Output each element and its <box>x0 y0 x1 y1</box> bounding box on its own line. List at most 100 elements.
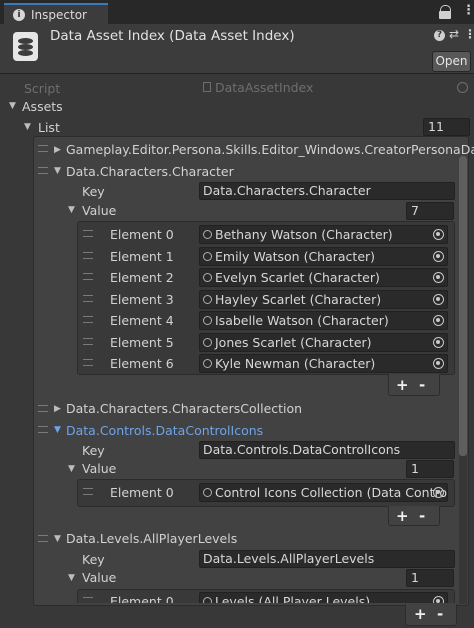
drag-handle[interactable] <box>38 167 48 174</box>
value-size-field[interactable]: 1 <box>406 460 454 478</box>
object-field[interactable]: Levels (All Player Levels) <box>199 592 448 603</box>
element-label: Element 6 <box>110 356 174 371</box>
key-field[interactable]: Data.Levels.AllPlayerLevels <box>199 550 455 568</box>
object-field-value: Hayley Scarlet (Character) <box>215 291 382 307</box>
lock-icon-body <box>439 11 451 19</box>
drag-handle[interactable] <box>38 145 48 152</box>
object-picker-icon[interactable] <box>433 293 444 305</box>
item-expand-icon[interactable]: ▼ <box>54 166 61 176</box>
value-label: Value <box>82 461 117 476</box>
value-size-field[interactable]: 7 <box>406 202 454 220</box>
preset-icon[interactable]: ⇄ <box>449 27 459 41</box>
remove-list-item-button[interactable]: - <box>437 605 443 623</box>
help-icon[interactable]: ? <box>434 30 445 41</box>
object-field[interactable]: Jones Scarlet (Character) <box>199 332 448 352</box>
drag-handle[interactable] <box>83 273 93 280</box>
remove-element-button[interactable]: - <box>419 376 425 394</box>
object-picker-icon[interactable] <box>433 596 444 603</box>
item-expand-icon[interactable]: ▼ <box>54 425 61 435</box>
object-picker-icon[interactable] <box>433 229 444 240</box>
item-expand-icon[interactable]: ▼ <box>54 534 61 544</box>
script-field: DataAssetIndex <box>199 79 470 96</box>
drag-handle[interactable] <box>38 535 48 542</box>
value-expand-icon[interactable]: ▼ <box>68 464 75 474</box>
scriptable-object-icon <box>203 488 212 497</box>
drag-handle[interactable] <box>83 359 93 366</box>
add-element-button[interactable]: + <box>396 376 409 394</box>
element-label: Element 0 <box>110 594 174 603</box>
add-list-item-button[interactable]: + <box>414 605 427 623</box>
key-label: Key <box>82 184 105 199</box>
scriptable-object-icon <box>203 359 212 368</box>
scriptable-object-icon <box>203 337 212 347</box>
value-expand-icon[interactable]: ▼ <box>68 573 75 583</box>
object-field-value: Emily Watson (Character) <box>215 248 376 264</box>
context-menu-icon[interactable]: ⋮ <box>464 27 474 41</box>
object-picker-icon[interactable] <box>433 358 444 369</box>
key-field[interactable]: Data.Characters.Character <box>199 182 455 200</box>
object-picker-icon[interactable] <box>433 315 444 326</box>
clip-region: Element 0 Levels (All Player Levels) <box>77 589 455 603</box>
drag-handle[interactable] <box>38 405 48 412</box>
list-item-label: Data.Characters.Character <box>66 164 234 179</box>
element-label: Element 2 <box>110 270 174 285</box>
list-item-label: Data.Characters.CharactersCollection <box>66 401 303 416</box>
scrollbar-thumb[interactable] <box>459 156 467 456</box>
value-expand-icon[interactable]: ▼ <box>68 205 75 215</box>
list-item-label: Data.Controls.DataControlIcons <box>66 423 264 438</box>
element-label: Element 0 <box>110 227 174 242</box>
list-size-field[interactable]: 11 <box>423 118 470 136</box>
script-file-icon <box>203 82 211 92</box>
object-field[interactable]: Kyle Newman (Character) <box>199 354 448 373</box>
list-item-label: Gameplay.Editor.Persona.Skills.Editor_Wi… <box>66 142 474 157</box>
drag-handle[interactable] <box>83 251 93 259</box>
object-field-value: Evelyn Scarlet (Character) <box>215 270 380 285</box>
item-expand-icon[interactable]: ▶ <box>54 404 61 414</box>
object-picker-icon[interactable] <box>433 487 444 498</box>
tab-inspector[interactable]: i Inspector <box>4 3 108 24</box>
drag-handle[interactable] <box>83 294 93 302</box>
component-header: Data Asset Index (Data Asset Index) ? ⇄ … <box>0 24 474 74</box>
object-field[interactable]: Hayley Scarlet (Character) <box>199 289 448 309</box>
assets-expand-icon[interactable]: ▼ <box>9 101 16 111</box>
key-label: Key <box>82 443 105 458</box>
object-field[interactable]: Emily Watson (Character) <box>199 246 448 266</box>
scriptable-object-icon <box>203 273 212 282</box>
drag-handle[interactable] <box>83 230 93 237</box>
object-picker-icon[interactable] <box>433 250 444 262</box>
value-label: Value <box>82 570 117 585</box>
key-label: Key <box>82 552 105 567</box>
object-field[interactable]: Bethany Watson (Character) <box>199 225 448 244</box>
drag-handle[interactable] <box>83 488 93 495</box>
object-field-value: Isabelle Watson (Character) <box>215 313 389 328</box>
add-element-button[interactable]: + <box>396 507 409 525</box>
list-item-label: Data.Levels.AllPlayerLevels <box>66 531 238 546</box>
drag-handle[interactable] <box>83 316 93 323</box>
list-label: List <box>38 120 60 135</box>
open-button[interactable]: Open <box>432 51 471 72</box>
object-picker-icon[interactable] <box>433 336 444 348</box>
object-field[interactable]: Isabelle Watson (Character) <box>199 311 448 330</box>
scriptable-object-icon <box>203 597 212 603</box>
element-label: Element 3 <box>110 291 174 307</box>
drag-handle[interactable] <box>38 426 48 433</box>
drag-handle[interactable] <box>83 597 93 603</box>
component-title: Data Asset Index (Data Asset Index) <box>50 28 295 44</box>
object-picker-icon[interactable] <box>433 272 444 283</box>
list-expand-icon[interactable]: ▼ <box>24 122 31 132</box>
key-field[interactable]: Data.Controls.DataControlIcons <box>199 441 455 459</box>
value-size-field[interactable]: 1 <box>406 569 454 587</box>
scriptable-object-icon <box>203 294 212 304</box>
item-expand-icon[interactable]: ▶ <box>54 145 61 155</box>
element-label: Element 5 <box>110 334 174 350</box>
more-menu-icon[interactable]: ⋮ <box>462 3 474 18</box>
remove-element-button[interactable]: - <box>419 507 425 525</box>
drag-handle[interactable] <box>83 337 93 345</box>
list-footer <box>405 604 457 626</box>
object-field-value: Jones Scarlet (Character) <box>215 334 372 350</box>
script-picker-icon <box>457 82 468 93</box>
script-label: Script <box>24 81 61 96</box>
object-field[interactable]: Control Icons Collection (Data Control I <box>199 483 448 502</box>
value-label: Value <box>82 203 117 218</box>
object-field[interactable]: Evelyn Scarlet (Character) <box>199 268 448 287</box>
